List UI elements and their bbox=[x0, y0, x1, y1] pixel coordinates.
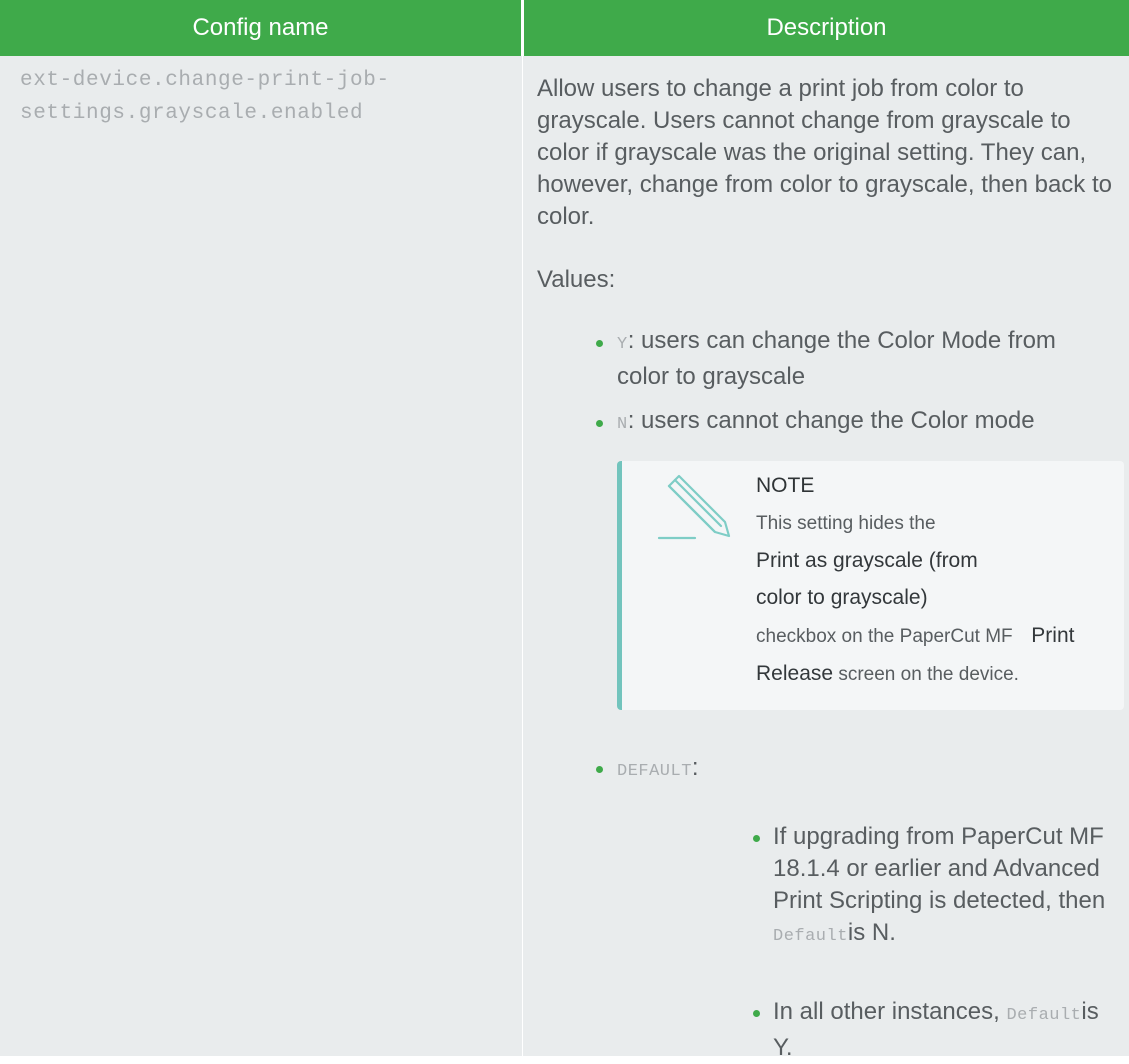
bullet-icon bbox=[596, 766, 603, 773]
default-item-1: If upgrading from PaperCut MF 18.1.4 or … bbox=[773, 821, 1118, 953]
bullet-icon bbox=[753, 1010, 760, 1017]
header-description: Description bbox=[524, 0, 1129, 56]
pencil-icon bbox=[655, 472, 733, 549]
description-text: Allow users to change a print job from c… bbox=[537, 75, 1112, 230]
config-name-line-1: ext-device.change-print-job- bbox=[20, 69, 390, 92]
note-title: NOTE bbox=[756, 474, 815, 497]
config-name-cell: ext-device.change-print-job- settings.gr… bbox=[20, 64, 510, 130]
default-item-text: If upgrading from PaperCut MF 18.1.4 or … bbox=[773, 823, 1106, 914]
config-table: Config name Description ext-device.chang… bbox=[0, 0, 1129, 1061]
column-divider bbox=[522, 56, 523, 1059]
note-bold-1: Print as grayscale (from color to graysc… bbox=[756, 549, 978, 609]
value-text: : users cannot change the Color mode bbox=[627, 407, 1035, 434]
note-text: This setting hides the Print as grayscal… bbox=[756, 505, 1116, 693]
bullet-icon bbox=[596, 340, 603, 347]
default-item-tail: is N. bbox=[847, 919, 896, 946]
value-item-n: N: users cannot change the Color mode bbox=[617, 405, 1117, 441]
value-item-y: Y: users can change the Color Mode from … bbox=[617, 325, 1077, 393]
value-text: : bbox=[691, 754, 699, 781]
header-config-name: Config name bbox=[0, 0, 521, 56]
default-item-text: In all other instances, bbox=[773, 998, 1000, 1025]
values-label: Values: bbox=[537, 266, 616, 293]
config-name-line-2: settings.grayscale.enabled bbox=[20, 102, 364, 125]
description-paragraph: Allow users to change a print job from c… bbox=[537, 73, 1117, 233]
bullet-icon bbox=[753, 835, 760, 842]
value-item-default: DEFAULT: bbox=[617, 752, 1117, 788]
value-code: N bbox=[617, 415, 628, 434]
note-text-1: This setting hides the bbox=[756, 513, 936, 534]
default-item-code: Default bbox=[773, 927, 848, 946]
value-text: : users can change the Color Mode from c… bbox=[617, 327, 1056, 390]
note-text-3: screen on the device. bbox=[838, 664, 1019, 685]
bullet-icon bbox=[596, 420, 603, 427]
default-item-2: In all other instances, Defaultis Y. bbox=[773, 996, 1118, 1064]
value-code: DEFAULT bbox=[617, 762, 692, 781]
default-item-code: Default bbox=[1006, 1006, 1082, 1025]
value-code: Y bbox=[617, 335, 628, 354]
note-text-2: checkbox on the PaperCut MF bbox=[756, 626, 1013, 647]
